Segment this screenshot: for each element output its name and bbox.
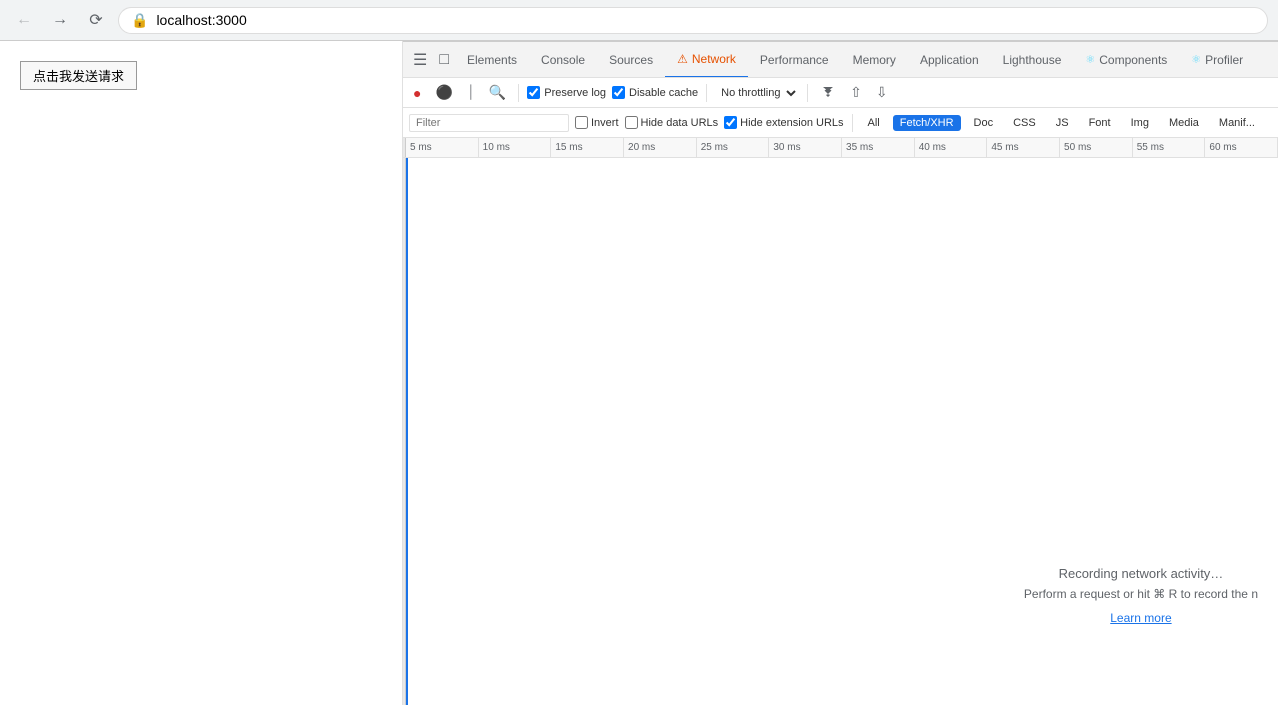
hide-extension-urls-label: Hide extension URLs [740,117,843,129]
filter-type-js[interactable]: JS [1049,115,1076,131]
hide-extension-urls-checkbox-label[interactable]: Hide extension URLs [724,116,843,129]
timeline-tick: 15 ms [551,138,624,157]
timeline-tick: 55 ms [1133,138,1206,157]
tab-sources[interactable]: Sources [597,42,665,78]
lock-icon: 🔒 [131,12,148,29]
tab-components[interactable]: ⚛ Components [1073,42,1179,78]
devtools-select-icon[interactable]: ☰ [407,46,433,74]
browser-chrome: ← → ⟳ 🔒 [0,0,1278,41]
timeline-tick: 20 ms [624,138,697,157]
address-bar: 🔒 [118,7,1268,34]
toolbar-divider-2 [706,84,707,102]
invert-checkbox[interactable] [575,116,588,129]
react-profiler-icon: ⚛ [1191,53,1201,66]
clear-button[interactable]: ⚫ [431,82,456,103]
filter-type-manifest[interactable]: Manif... [1212,115,1262,131]
tab-elements[interactable]: Elements [455,42,529,78]
tab-lighthouse-label: Lighthouse [1003,53,1062,67]
invert-label: Invert [591,117,619,129]
invert-checkbox-label[interactable]: Invert [575,116,619,129]
address-input[interactable] [156,12,1255,28]
preserve-log-checkbox[interactable] [527,86,540,99]
throttle-select[interactable]: No throttling [715,86,799,100]
browser-toolbar: ← → ⟳ 🔒 [0,0,1278,40]
tab-components-label: Components [1099,53,1167,67]
tab-performance-label: Performance [760,53,829,67]
network-toolbar: ● ⚫ ⏐ 🔍 Preserve log Disable cache No th… [403,78,1278,108]
react-icon: ⚛ [1085,53,1095,66]
timeline-tick: 60 ms [1205,138,1278,157]
filter-type-media[interactable]: Media [1162,115,1206,131]
tab-elements-label: Elements [467,53,517,67]
preserve-log-label: Preserve log [544,87,606,99]
filter-type-font[interactable]: Font [1082,115,1118,131]
back-button[interactable]: ← [10,6,38,34]
tab-application[interactable]: Application [908,42,991,78]
filter-type-img[interactable]: Img [1124,115,1156,131]
filter-divider [852,114,853,132]
tab-profiler[interactable]: ⚛ Profiler [1179,42,1255,78]
tab-lighthouse[interactable]: Lighthouse [991,42,1074,78]
timeline-tick: 40 ms [915,138,988,157]
tab-profiler-label: Profiler [1205,53,1243,67]
timeline-tick: 45 ms [987,138,1060,157]
timeline-tick: 30 ms [769,138,842,157]
main-layout: 点击我发送请求 ☰ □ Elements Console Sources ⚠ N… [0,41,1278,705]
timeline-tick: 5 ms [406,138,479,157]
wifi-icon [820,87,836,99]
online-icon-button[interactable] [816,85,840,101]
forward-button[interactable]: → [46,6,74,34]
send-request-button[interactable]: 点击我发送请求 [20,61,137,90]
filter-type-doc[interactable]: Doc [967,115,1001,131]
hide-data-urls-checkbox[interactable] [625,116,638,129]
tab-performance[interactable]: Performance [748,42,841,78]
timeline-tick: 25 ms [697,138,770,157]
import-button[interactable]: ⇩ [872,82,892,103]
disable-cache-label: Disable cache [629,87,698,99]
devtools-dock-icon[interactable]: □ [433,47,455,73]
export-button[interactable]: ⇧ [846,82,866,103]
warning-icon: ⚠ [677,52,688,66]
learn-more-link[interactable]: Learn more [1110,611,1171,625]
tab-network-label: Network [692,52,736,66]
toolbar-divider-1 [518,84,519,102]
filter-type-fetch-xhr[interactable]: Fetch/XHR [893,115,961,131]
filter-type-all[interactable]: All [861,115,887,131]
devtools-tab-bar: ☰ □ Elements Console Sources ⚠ Network P… [403,42,1278,78]
tab-sources-label: Sources [609,53,653,67]
tab-network[interactable]: ⚠ Network [665,42,748,78]
devtools-panel: ☰ □ Elements Console Sources ⚠ Network P… [403,41,1278,705]
timeline-header: 5 ms10 ms15 ms20 ms25 ms30 ms35 ms40 ms4… [403,138,1278,158]
disable-cache-checkbox[interactable] [612,86,625,99]
hide-extension-urls-checkbox[interactable] [724,116,737,129]
search-button[interactable]: 🔍 [485,82,510,103]
filter-input[interactable] [409,114,569,132]
empty-state: Recording network activity… Perform a re… [1024,566,1258,625]
hide-data-urls-checkbox-label[interactable]: Hide data URLs [625,116,719,129]
tab-memory-label: Memory [853,53,896,67]
reload-button[interactable]: ⟳ [82,6,110,34]
timeline-tick: 35 ms [842,138,915,157]
filter-icon-button[interactable]: ⏐ [463,82,479,103]
tab-memory[interactable]: Memory [841,42,908,78]
timeline-ticks: 5 ms10 ms15 ms20 ms25 ms30 ms35 ms40 ms4… [406,138,1278,157]
timeline-tick: 50 ms [1060,138,1133,157]
filter-bar: Invert Hide data URLs Hide extension URL… [403,108,1278,138]
empty-state-main-text: Recording network activity… [1024,566,1258,581]
network-timeline-area: Recording network activity… Perform a re… [406,158,1278,705]
preserve-log-checkbox-label[interactable]: Preserve log [527,86,606,99]
timeline-cursor [406,158,408,705]
empty-state-sub-text: Perform a request or hit ⌘ R to record t… [1024,587,1258,601]
network-content: Recording network activity… Perform a re… [403,158,1278,705]
filter-type-css[interactable]: CSS [1006,115,1043,131]
disable-cache-checkbox-label[interactable]: Disable cache [612,86,698,99]
record-button[interactable]: ● [409,83,425,103]
timeline-tick: 10 ms [479,138,552,157]
tab-application-label: Application [920,53,979,67]
tab-console-label: Console [541,53,585,67]
page-content: 点击我发送请求 [0,41,403,705]
hide-data-urls-label: Hide data URLs [641,117,719,129]
tab-console[interactable]: Console [529,42,597,78]
toolbar-divider-3 [807,84,808,102]
